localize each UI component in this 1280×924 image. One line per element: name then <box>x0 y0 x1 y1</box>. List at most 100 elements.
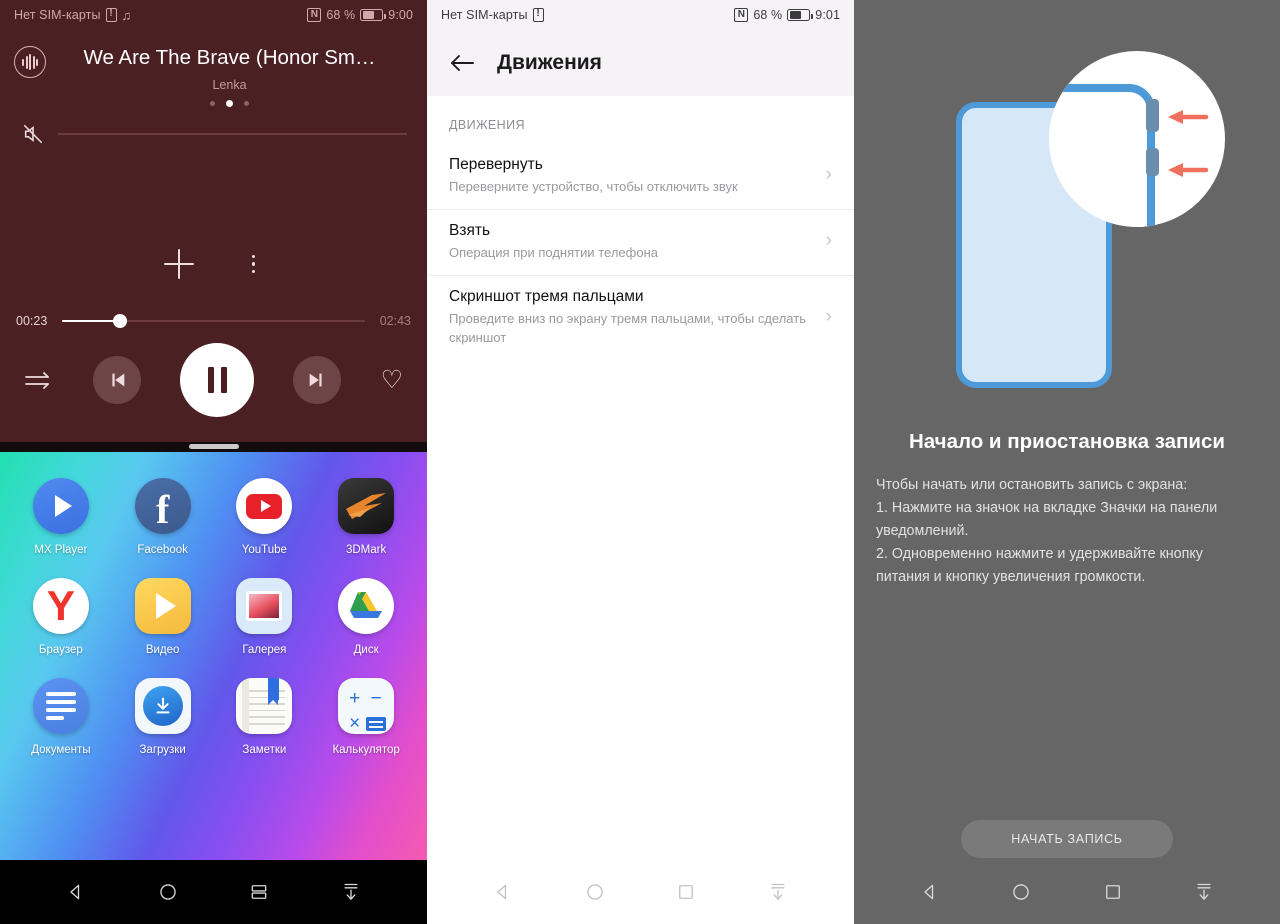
chevron-right-icon: › <box>825 305 832 327</box>
app-item-documents[interactable]: Документы <box>10 678 112 756</box>
track-title: We Are The Brave (Honor Sm… <box>83 46 376 69</box>
battery-percent-label: 68 % <box>326 8 356 22</box>
start-recording-button[interactable]: НАЧАТЬ ЗАПИСЬ <box>961 820 1173 858</box>
sim-card-icon <box>105 6 117 22</box>
heart-outline-icon[interactable]: ♡ <box>381 367 403 393</box>
settings-header: Движения <box>427 30 854 96</box>
row-subtitle: Проведите вниз по экрану тремя пальцами,… <box>449 311 806 345</box>
gallery-icon <box>236 578 293 634</box>
back-arrow-icon[interactable] <box>449 52 475 74</box>
skip-next-button[interactable] <box>293 356 342 404</box>
back-triangle-icon[interactable] <box>481 870 525 914</box>
carrier-label: Нет SIM-карты <box>441 8 528 22</box>
app-item-calculator[interactable]: + − × Калькулятор <box>315 678 417 756</box>
status-bar: Нет SIM-карты N 68 % 9:01 <box>427 0 854 30</box>
video-player-icon <box>134 578 191 634</box>
recents-square-icon[interactable] <box>664 870 708 914</box>
player-header: We Are The Brave (Honor Sm… Lenka <box>0 30 427 107</box>
home-circle-icon[interactable] <box>999 870 1043 914</box>
app-item-facebook[interactable]: f Facebook <box>112 478 214 556</box>
app-item-gallery[interactable]: Галерея <box>214 578 316 656</box>
three-screenshot-collage: Нет SIM-карты ♫ N 68 % 9:00 We Are The B… <box>0 0 1280 924</box>
row-title: Взять <box>449 222 491 239</box>
google-drive-icon <box>338 578 395 634</box>
home-circle-icon[interactable] <box>573 870 617 914</box>
page-title: Движения <box>497 51 602 74</box>
back-triangle-icon[interactable] <box>54 870 98 914</box>
settings-row-pickup[interactable]: Взять Операция при поднятии телефона › <box>427 209 854 275</box>
battery-percent-label: 68 % <box>753 8 783 22</box>
app-drawer: MX Player f Facebook YouTube 3DMark Y Бр… <box>0 442 427 864</box>
app-label: Заметки <box>242 744 287 756</box>
app-label: 3DMark <box>345 544 387 556</box>
player-action-row <box>0 249 427 279</box>
settings-row-three-finger-screenshot[interactable]: Скриншот тремя пальцами Проведите вниз п… <box>427 275 854 360</box>
volume-muted-icon[interactable] <box>22 123 44 145</box>
app-item-3dmark[interactable]: 3DMark <box>315 478 417 556</box>
screen-recorder-tutorial-screen: Начало и приостановка записи Чтобы начат… <box>854 0 1280 924</box>
row-title: Скриншот тремя пальцами <box>449 288 644 305</box>
navigation-bar <box>0 860 427 924</box>
hide-navbar-icon[interactable] <box>756 870 800 914</box>
carrier-label: Нет SIM-карты <box>14 8 101 22</box>
google-docs-icon <box>32 678 89 734</box>
facebook-icon: f <box>134 478 191 534</box>
back-triangle-icon[interactable] <box>908 870 952 914</box>
app-item-drive[interactable]: Диск <box>315 578 417 656</box>
app-item-browser[interactable]: Y Браузер <box>10 578 112 656</box>
app-item-youtube[interactable]: YouTube <box>214 478 316 556</box>
app-item-notes[interactable]: Заметки <box>214 678 316 756</box>
navigation-bar <box>427 860 854 924</box>
app-label: Калькулятор <box>332 744 400 756</box>
seek-slider[interactable] <box>62 313 365 329</box>
volume-slider-track[interactable] <box>58 133 407 135</box>
yandex-browser-icon: Y <box>32 578 89 634</box>
row-subtitle: Переверните устройство, чтобы отключить … <box>449 179 738 194</box>
app-label: Документы <box>31 744 91 756</box>
skip-previous-button[interactable] <box>93 356 142 404</box>
3dmark-icon <box>338 478 395 534</box>
seek-handle[interactable] <box>112 314 127 328</box>
app-label: Загрузки <box>139 744 186 756</box>
hide-navbar-icon[interactable] <box>329 870 373 914</box>
battery-icon <box>360 9 387 21</box>
hide-navbar-icon[interactable] <box>1182 870 1226 914</box>
app-label: Facebook <box>137 544 188 556</box>
app-label: Галерея <box>242 644 287 656</box>
phone-side-buttons-illustration <box>854 0 1280 430</box>
track-artist: Lenka <box>212 78 247 92</box>
page-indicator-dots <box>50 100 409 107</box>
split-screen-icon[interactable] <box>237 870 281 914</box>
notes-icon <box>236 678 293 734</box>
app-item-downloads[interactable]: Загрузки <box>112 678 214 756</box>
tutorial-title: Начало и приостановка записи <box>908 430 1226 453</box>
home-circle-icon[interactable] <box>146 870 190 914</box>
nfc-icon: N <box>307 8 322 22</box>
duration-label: 02:43 <box>379 314 411 328</box>
app-label: Видео <box>145 644 180 656</box>
nfc-icon: N <box>734 8 749 22</box>
drag-handle-icon[interactable] <box>188 444 239 449</box>
music-player-screen: Нет SIM-карты ♫ N 68 % 9:00 We Are The B… <box>0 0 427 924</box>
pause-button[interactable] <box>180 343 255 417</box>
app-label: MX Player <box>34 544 88 556</box>
volume-row[interactable] <box>0 107 427 145</box>
section-header: ДВИЖЕНИЯ <box>449 118 525 132</box>
battery-icon <box>787 9 814 21</box>
repeat-sequence-icon[interactable] <box>24 369 54 391</box>
elapsed-time-label: 00:23 <box>16 314 48 328</box>
add-to-playlist-button[interactable] <box>163 249 194 279</box>
downloads-icon <box>134 678 191 734</box>
app-item-video[interactable]: Видео <box>112 578 214 656</box>
app-grid: MX Player f Facebook YouTube 3DMark Y Бр… <box>0 468 427 756</box>
motion-settings-screen: Нет SIM-карты N 68 % 9:01 Движения ДВИЖЕ… <box>427 0 854 924</box>
sim-card-icon <box>532 6 544 22</box>
more-vertical-icon[interactable] <box>244 251 264 278</box>
chevron-right-icon: › <box>825 230 832 251</box>
settings-row-flip[interactable]: Перевернуть Переверните устройство, чтоб… <box>427 144 854 209</box>
seek-row: 00:23 02:43 <box>0 313 427 329</box>
app-item-mx-player[interactable]: MX Player <box>10 478 112 556</box>
settings-list: ДВИЖЕНИЯ Перевернуть Переверните устройс… <box>427 96 854 860</box>
recents-square-icon[interactable] <box>1091 870 1135 914</box>
playback-controls: ♡ <box>0 343 427 417</box>
